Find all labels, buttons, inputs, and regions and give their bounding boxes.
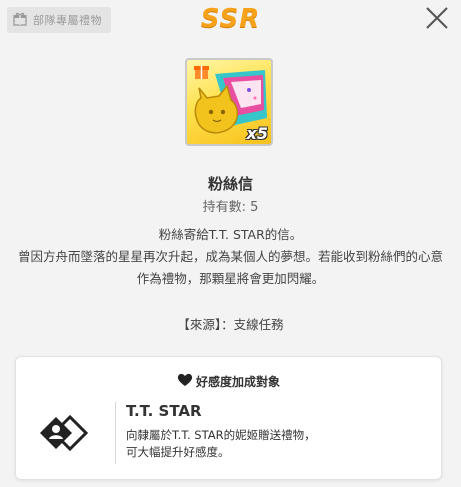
held-count: 持有數: 5 [202,200,259,215]
description-line: 粉絲寄給T.T. STAR的信。 [158,227,303,242]
item-source: 【來源】：支線任務 [177,317,284,332]
squad-description-line: 向隸屬於T.T. STAR的妮姬贈送禮物， [126,428,316,442]
close-button[interactable] [425,6,449,30]
close-icon [426,7,448,29]
target-squad-description: 向隸屬於T.T. STAR的妮姬贈送禮物， 可大幅提升好感度。 [126,427,316,461]
description-line: 作為禮物，那顆星將會更加閃耀。 [136,271,325,286]
target-squad-name: T.T. STAR [126,402,202,420]
divider [115,402,116,464]
affection-bonus-header: 好感度加成對象 [16,372,441,391]
affection-bonus-title: 好感度加成對象 [195,375,280,389]
quantity-badge: x5 [246,124,268,143]
rarity-label: SSR [200,4,261,34]
heart-icon [177,372,193,391]
item-icon-frame: x5 [185,58,273,146]
squad-emblem-icon [36,405,98,465]
affection-bonus-panel: 好感度加成對象 T.T. STAR 向隸屬於T.T. STAR的妮姬贈送禮物， … [15,356,442,480]
description-line: 曾因方舟而墜落的星星再次升起，成為某個人的夢想。若能收到粉絲們的心意 [17,249,443,264]
item-name: 粉絲信 [207,175,253,193]
squad-description-line: 可大幅提升好感度。 [126,445,230,459]
item-description: 粉絲寄給T.T. STAR的信。 曾因方舟而墜落的星星再次升起，成為某個人的夢想… [0,224,461,290]
